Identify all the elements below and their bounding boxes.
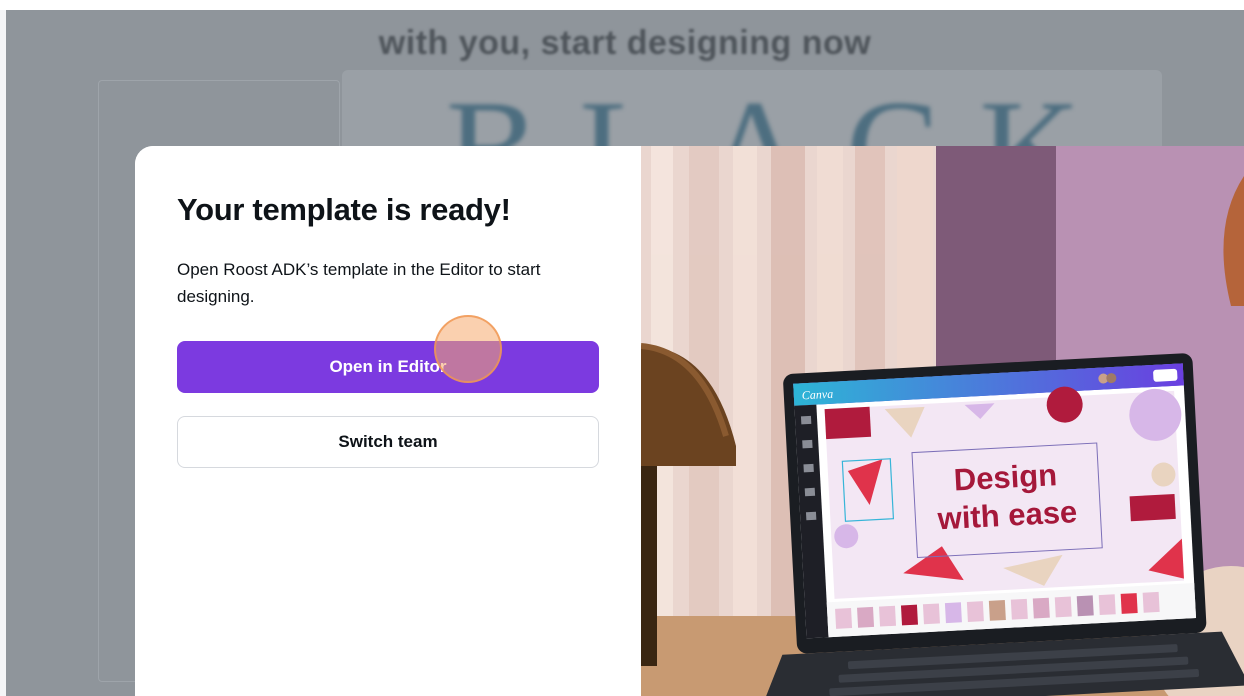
switch-team-button[interactable]: Switch team	[177, 416, 599, 468]
modal-title: Your template is ready!	[177, 192, 511, 227]
open-in-editor-button[interactable]: Open in Editor	[177, 341, 599, 393]
top-strip	[0, 0, 1244, 10]
modal-content: Your template is ready! Open Roost ADK’s…	[135, 146, 641, 696]
design-headline-line2: with ease	[936, 494, 1078, 536]
promo-illustration: Canva Design with ease	[641, 146, 1244, 696]
laptop-scene-illustration: Canva Design with ease	[641, 146, 1244, 696]
design-headline-line1: Design	[953, 457, 1058, 497]
template-ready-modal: Your template is ready! Open Roost ADK’s…	[135, 146, 1244, 696]
background-headline: with you, start designing now	[378, 24, 872, 62]
click-indicator	[434, 315, 502, 383]
modal-description: Open Roost ADK’s template in the Editor …	[177, 260, 541, 306]
canva-logo-text: Canva	[801, 387, 833, 403]
